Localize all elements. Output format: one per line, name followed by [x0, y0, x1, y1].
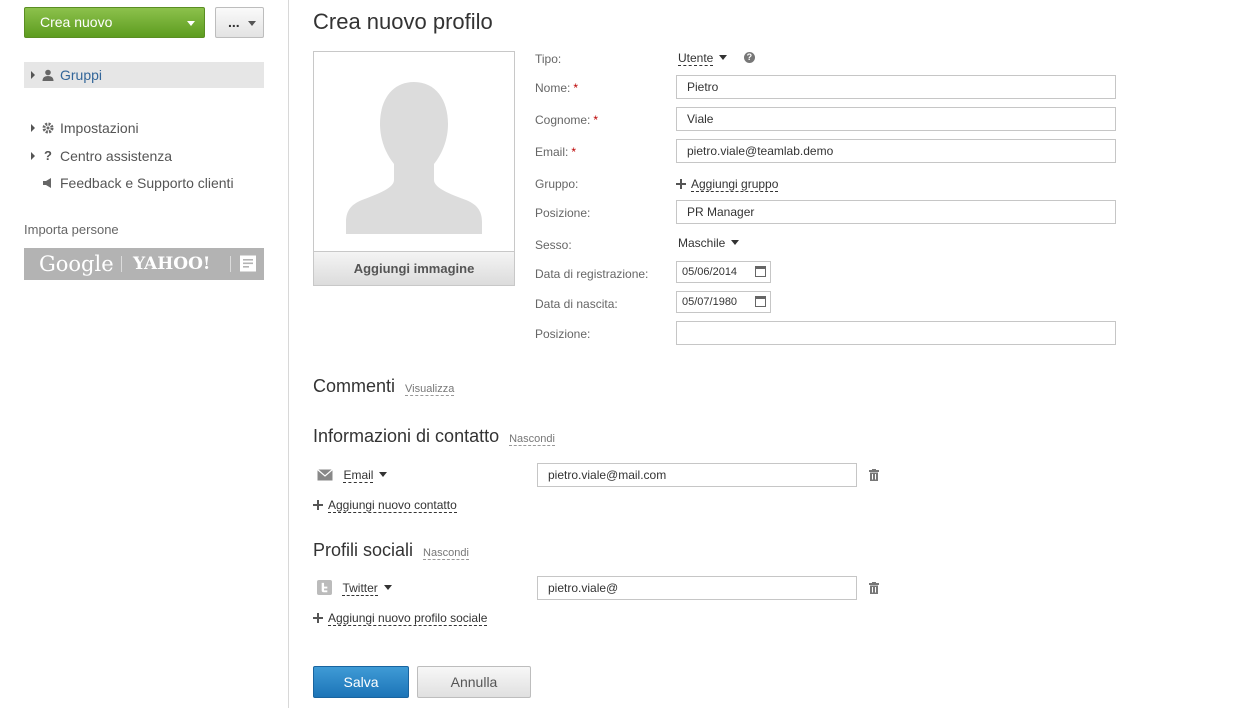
- chevron-down-icon: [383, 585, 392, 591]
- plus-icon: [313, 612, 323, 623]
- group-label: Gruppo:: [535, 177, 579, 191]
- trash-icon[interactable]: [869, 582, 879, 594]
- sidebar-item-label: Impostazioni: [60, 120, 139, 136]
- import-people-bar: Google YAHOO!: [24, 248, 264, 280]
- regdate-input[interactable]: 05/06/2014: [676, 261, 771, 283]
- more-actions-button[interactable]: ...: [215, 7, 264, 38]
- divider: [121, 256, 122, 272]
- import-people-title: Importa persone: [24, 222, 119, 237]
- contacts-section: Informazioni di contatto Nascondi: [313, 426, 555, 447]
- chevron-down-icon: [187, 21, 195, 26]
- gender-select[interactable]: Maschile: [678, 234, 740, 252]
- more-actions-label: ...: [228, 14, 240, 30]
- calendar-icon[interactable]: [755, 266, 766, 277]
- name-label: Nome: *: [535, 81, 579, 95]
- cancel-button[interactable]: Annulla: [417, 666, 531, 698]
- sidebar: Crea nuovo ... Gruppi Impostazioni ? Cen…: [0, 0, 289, 708]
- social-section: Profili sociali Nascondi: [313, 540, 469, 561]
- contact-type-select[interactable]: Email: [317, 466, 388, 484]
- plus-icon: [313, 499, 323, 510]
- position-label: Posizione:: [535, 206, 591, 220]
- plus-icon: [676, 178, 686, 189]
- sidebar-item-settings[interactable]: Impostazioni: [24, 115, 139, 141]
- surname-label: Cognome: *: [535, 113, 599, 127]
- sidebar-item-label: Centro assistenza: [60, 148, 173, 164]
- megaphone-icon: [43, 178, 51, 188]
- add-group-link[interactable]: Aggiungi gruppo: [676, 175, 779, 193]
- social-type-select[interactable]: Twitter: [317, 579, 392, 597]
- type-label: Tipo:: [535, 52, 562, 66]
- chevron-down-icon: [248, 21, 256, 26]
- birthdate-input[interactable]: 05/07/1980: [676, 291, 771, 313]
- type-select[interactable]: Utente ?: [678, 49, 755, 67]
- sidebar-item-help[interactable]: ? Centro assistenza: [24, 143, 172, 169]
- position-input[interactable]: PR Manager: [676, 200, 1116, 224]
- expand-arrow-icon: [31, 152, 35, 160]
- contacts-toggle[interactable]: Nascondi: [509, 433, 555, 446]
- import-yahoo-button[interactable]: YAHOO!: [133, 254, 210, 274]
- social-type-value: Twitter: [342, 581, 378, 596]
- contact-value-input[interactable]: pietro.viale@mail.com: [537, 463, 857, 487]
- sidebar-item-label: Feedback e Supporto clienti: [60, 175, 234, 191]
- avatar-placeholder-icon: [346, 82, 482, 234]
- sidebar-item-label: Gruppi: [60, 67, 103, 83]
- chevron-down-icon: [379, 472, 388, 478]
- add-image-button[interactable]: Aggiungi immagine: [314, 251, 514, 285]
- gear-icon: [42, 122, 54, 134]
- divider: [230, 256, 231, 272]
- expand-arrow-icon: [31, 124, 35, 132]
- help-icon[interactable]: ?: [743, 52, 755, 64]
- create-new-label: Crea nuovo: [40, 14, 113, 30]
- regdate-label: Data di registrazione:: [535, 267, 649, 281]
- comments-toggle[interactable]: Visualizza: [405, 383, 455, 396]
- type-value: Utente: [678, 51, 714, 66]
- social-toggle[interactable]: Nascondi: [423, 547, 469, 560]
- page-title: Crea nuovo profilo: [313, 9, 493, 34]
- location-input[interactable]: [676, 321, 1116, 345]
- contact-type-value: Email: [343, 468, 374, 483]
- profile-photo: Aggiungi immagine: [313, 51, 515, 286]
- calendar-icon[interactable]: [755, 296, 766, 307]
- comments-title: Commenti: [313, 376, 396, 396]
- surname-input[interactable]: Viale: [676, 107, 1116, 131]
- birthdate-label: Data di nascita:: [535, 297, 618, 311]
- location-label: Posizione:: [535, 327, 591, 341]
- import-google-button[interactable]: Google: [39, 252, 114, 276]
- envelope-icon: [317, 468, 333, 481]
- gender-label: Sesso:: [535, 238, 572, 252]
- chevron-down-icon: [731, 240, 740, 246]
- sidebar-item-feedback[interactable]: Feedback e Supporto clienti: [24, 170, 234, 196]
- add-contact-link[interactable]: Aggiungi nuovo contatto: [313, 496, 457, 514]
- user-icon: [42, 69, 54, 81]
- import-file-icon[interactable]: [240, 255, 256, 272]
- name-input[interactable]: Pietro: [676, 75, 1116, 99]
- comments-section: Commenti Visualizza: [313, 376, 455, 397]
- question-icon: ?: [44, 148, 52, 163]
- gender-value: Maschile: [678, 236, 726, 250]
- social-title: Profili sociali: [313, 540, 414, 560]
- save-button[interactable]: Salva: [313, 666, 409, 698]
- twitter-icon: [317, 580, 332, 596]
- trash-icon[interactable]: [869, 469, 879, 481]
- chevron-down-icon: [719, 55, 728, 61]
- expand-arrow-icon: [31, 71, 35, 79]
- email-label: Email: *: [535, 145, 577, 159]
- sidebar-item-groups[interactable]: Gruppi: [24, 62, 264, 88]
- create-new-button[interactable]: Crea nuovo: [24, 7, 205, 38]
- add-social-link[interactable]: Aggiungi nuovo profilo sociale: [313, 609, 488, 627]
- contacts-title: Informazioni di contatto: [313, 426, 500, 446]
- email-input[interactable]: pietro.viale@teamlab.demo: [676, 139, 1116, 163]
- social-value-input[interactable]: pietro.viale@: [537, 576, 857, 600]
